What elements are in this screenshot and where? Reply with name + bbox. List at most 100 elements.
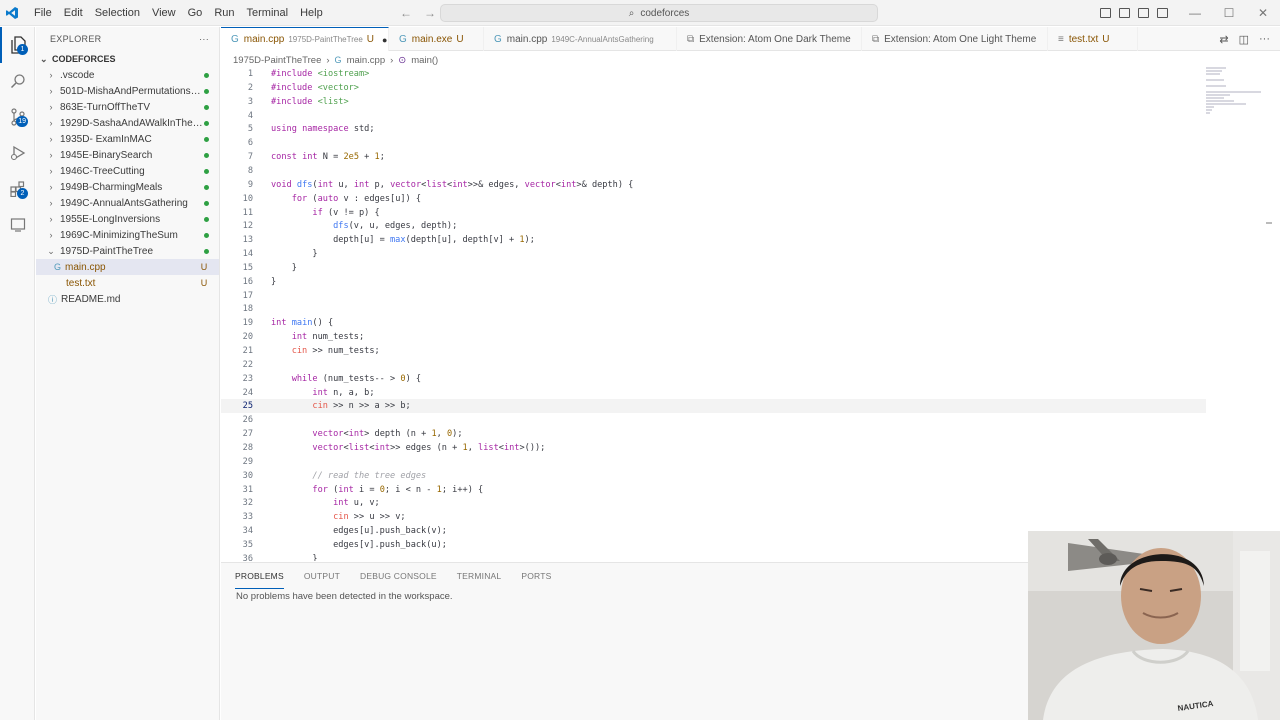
code-text: } xyxy=(271,553,318,561)
code-line[interactable]: 16} xyxy=(221,275,1206,289)
code-editor[interactable]: 1 #include <iostream> 2 #include <vector> 3 #… xyxy=(221,67,1280,561)
editor-tab[interactable]: Gmain.cpp 1949C-AnnualAntsGathering xyxy=(484,27,677,51)
breadcrumb-folder[interactable]: 1975D-PaintTheTree xyxy=(233,55,321,66)
tree-folder-item[interactable]: ⌄ 1975D-PaintTheTree xyxy=(36,243,219,259)
code-line[interactable]: 17 xyxy=(221,289,1206,303)
code-line[interactable]: 13 depth[u] = max(depth[u], depth[v] + 1… xyxy=(221,233,1206,247)
tab-debug-console[interactable]: DEBUG CONSOLE xyxy=(360,563,437,589)
menu-file[interactable]: File xyxy=(28,7,58,19)
tab-problems[interactable]: PROBLEMS xyxy=(235,563,284,589)
code-line[interactable]: 14 } xyxy=(221,247,1206,261)
editor-tab[interactable]: ⧉ Extension: Atom One Light Theme xyxy=(862,27,1048,51)
tab-ports[interactable]: PORTS xyxy=(521,563,551,589)
code-line[interactable]: 29 xyxy=(221,455,1206,469)
editor-tab[interactable]: ≡ test.txt U xyxy=(1048,27,1138,51)
customize-layout-icon[interactable] xyxy=(1157,8,1168,18)
tree-folder-item[interactable]: › 863E-TurnOffTheTV xyxy=(36,99,219,115)
tree-folder-item[interactable]: › .vscode xyxy=(36,67,219,83)
code-line[interactable]: 22 xyxy=(221,358,1206,372)
tab-terminal[interactable]: TERMINAL xyxy=(457,563,502,589)
explorer-icon[interactable]: 1 xyxy=(0,27,35,63)
code-line[interactable]: 19 int main() { xyxy=(221,316,1206,330)
tab-output[interactable]: OUTPUT xyxy=(304,563,340,589)
code-line[interactable]: 25 cin >> n >> a >> b; xyxy=(221,399,1206,414)
toggle-panel-icon[interactable] xyxy=(1119,8,1130,18)
menu-view[interactable]: View xyxy=(146,7,182,19)
back-arrow-icon[interactable]: ← xyxy=(400,6,412,20)
tree-folder-item[interactable]: › 1969C-MinimizingTheSum xyxy=(36,227,219,243)
menu-selection[interactable]: Selection xyxy=(89,7,146,19)
code-line[interactable]: 27 vector<int> depth (n + 1, 0); xyxy=(221,427,1206,441)
code-line[interactable]: 24 int n, a, b; xyxy=(221,386,1206,400)
code-line[interactable]: 32 int u, v; xyxy=(221,496,1206,510)
forward-arrow-icon[interactable]: → xyxy=(424,6,436,20)
workspace-folder[interactable]: ⌄ CODEFORCES xyxy=(36,51,219,67)
split-editor-icon[interactable]: ◫ xyxy=(1239,33,1249,46)
code-line[interactable]: 2 #include <vector> xyxy=(221,81,1206,95)
code-line[interactable]: 31 for (int i = 0; i < n - 1; i++) { xyxy=(221,483,1206,497)
code-line[interactable]: 23 while (num_tests-- > 0) { xyxy=(221,372,1206,386)
code-line[interactable]: 15 } xyxy=(221,261,1206,275)
code-line[interactable]: 10 for (auto v : edges[u]) { xyxy=(221,192,1206,206)
editor-tab[interactable]: ⧉ Extension: Atom One Dark Theme xyxy=(677,27,862,51)
tree-folder-item[interactable]: › 1929D-SashaAndAWalkInTheCity xyxy=(36,115,219,131)
menu-help[interactable]: Help xyxy=(294,7,329,19)
info-icon: ⓘ xyxy=(48,294,58,305)
code-line[interactable]: 33 cin >> u >> v; xyxy=(221,510,1206,524)
minimize-icon[interactable]: — xyxy=(1178,6,1212,20)
more-icon[interactable]: ··· xyxy=(1259,33,1270,45)
extensions-icon[interactable]: 2 xyxy=(0,171,35,207)
code-line[interactable]: 11 if (v != p) { xyxy=(221,206,1206,220)
minimap[interactable] xyxy=(1206,67,1266,127)
tree-folder-label: 1949C-AnnualAntsGathering xyxy=(60,197,188,209)
unsaved-dot-icon[interactable]: ● xyxy=(382,35,387,45)
tree-folder-item[interactable]: › 1935D- ExamInMAC xyxy=(36,131,219,147)
menu-go[interactable]: Go xyxy=(182,7,209,19)
maximize-icon[interactable]: ☐ xyxy=(1212,6,1246,20)
code-line[interactable]: 12 dfs(v, u, edges, depth); xyxy=(221,219,1206,233)
line-number: 1 xyxy=(247,69,253,79)
code-line[interactable]: 20 int num_tests; xyxy=(221,330,1206,344)
tree-file-item[interactable]: Gmain.cpp U xyxy=(36,259,219,275)
breadcrumb-symbol[interactable]: main() xyxy=(411,55,438,66)
tree-file-item[interactable]: test.txt U xyxy=(36,275,219,291)
tree-folder-item[interactable]: › 1945E-BinarySearch xyxy=(36,147,219,163)
breadcrumb-file[interactable]: main.cpp xyxy=(347,55,386,66)
code-line[interactable]: 28 vector<list<int>> edges (n + 1, list<… xyxy=(221,441,1206,455)
line-number: 2 xyxy=(247,82,253,93)
code-line[interactable]: 5 using namespace std; xyxy=(221,122,1206,136)
code-line[interactable]: 18 xyxy=(221,302,1206,316)
tree-file-item[interactable]: ⓘ README.md xyxy=(36,291,219,307)
remote-explorer-icon[interactable] xyxy=(0,207,35,243)
code-line[interactable]: 30 // read the tree edges xyxy=(221,469,1206,483)
tree-folder-item[interactable]: › 1949B-CharmingMeals xyxy=(36,179,219,195)
code-line[interactable]: 3 #include <list> xyxy=(221,95,1206,109)
code-line[interactable]: 1 #include <iostream> xyxy=(221,67,1206,81)
tree-folder-item[interactable]: › 1949C-AnnualAntsGathering xyxy=(36,195,219,211)
source-control-icon[interactable]: 19 xyxy=(0,99,35,135)
menu-terminal[interactable]: Terminal xyxy=(241,7,295,19)
tree-folder-item[interactable]: › 1955E-LongInversions xyxy=(36,211,219,227)
tree-folder-item[interactable]: › 1946C-TreeCutting xyxy=(36,163,219,179)
run-debug-icon[interactable] xyxy=(0,135,35,171)
editor-tab[interactable]: Gmain.exe U xyxy=(389,27,484,51)
code-line[interactable]: 6 xyxy=(221,136,1206,150)
tree-folder-item[interactable]: › 501D-MishaAndPermutationsS... xyxy=(36,83,219,99)
editor-tab[interactable]: Gmain.cpp 1975D-PaintTheTree U ● xyxy=(221,27,389,51)
more-actions-icon[interactable]: ··· xyxy=(199,34,209,44)
menu-run[interactable]: Run xyxy=(208,7,240,19)
code-line[interactable]: 7 const int N = 2e5 + 1; xyxy=(221,150,1206,164)
code-line[interactable]: 21 cin >> num_tests; xyxy=(221,344,1206,358)
search-view-icon[interactable] xyxy=(0,63,35,99)
menu-edit[interactable]: Edit xyxy=(58,7,89,19)
command-center-search[interactable]: ⌕ codeforces xyxy=(440,4,878,22)
toggle-sidebar-icon[interactable] xyxy=(1100,8,1111,18)
code-line[interactable]: 8 xyxy=(221,164,1206,178)
code-line[interactable]: 9 void dfs(int u, int p, vector<list<int>… xyxy=(221,178,1206,192)
line-number: 26 xyxy=(242,415,253,426)
toggle-secondary-sidebar-icon[interactable] xyxy=(1138,8,1149,18)
code-line[interactable]: 26 xyxy=(221,413,1206,427)
compare-icon[interactable]: ⇄ xyxy=(1219,33,1228,46)
close-icon[interactable]: ✕ xyxy=(1246,6,1280,20)
code-line[interactable]: 4 xyxy=(221,109,1206,123)
